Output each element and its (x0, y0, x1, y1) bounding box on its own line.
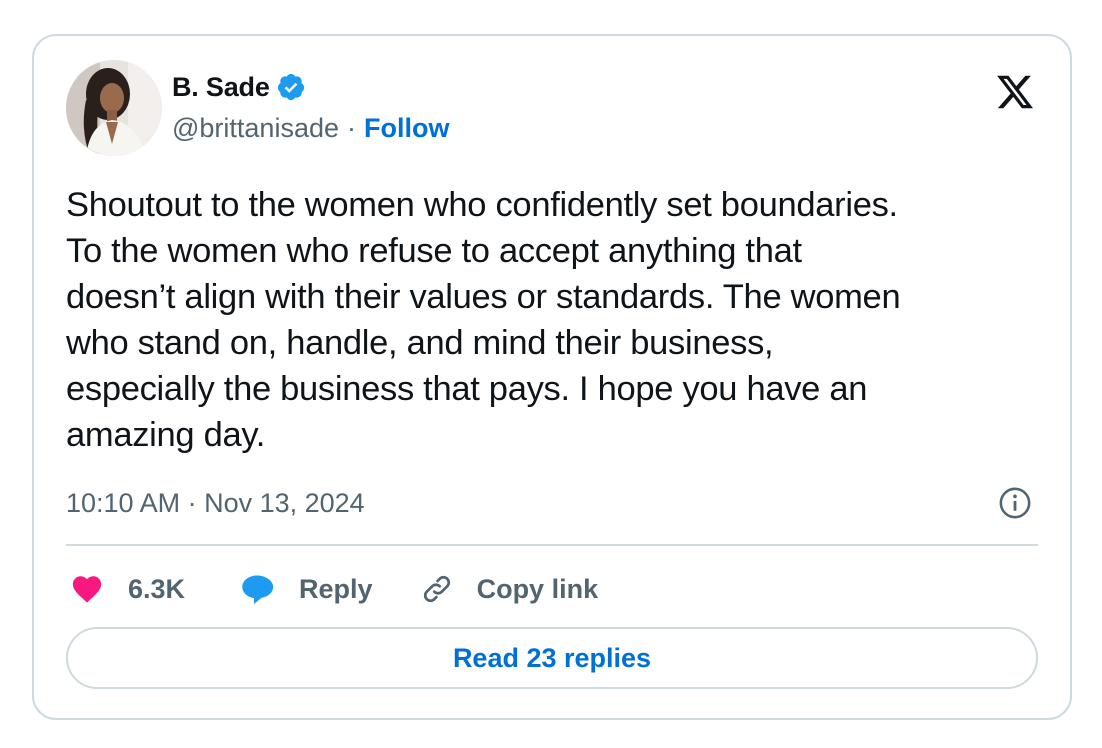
reply-button[interactable]: Reply (239, 571, 373, 607)
handle-row: @brittanisade · Follow (172, 113, 449, 144)
like-button[interactable]: 6.3K (70, 572, 185, 606)
x-logo-icon[interactable] (994, 72, 1036, 112)
follow-button[interactable]: Follow (364, 113, 449, 144)
tweet-card: B. Sade @brittanisade · Follow Shoutout … (32, 34, 1072, 720)
copy-link-button[interactable]: Copy link (419, 571, 599, 607)
info-icon[interactable] (998, 486, 1032, 520)
name-row: B. Sade (172, 70, 449, 104)
copy-link-label: Copy link (476, 573, 599, 604)
handle[interactable]: @brittanisade (172, 113, 339, 144)
verified-badge-icon (277, 73, 304, 101)
handle-separator: · (347, 113, 356, 143)
read-replies-button[interactable]: Read 23 replies (66, 627, 1038, 689)
tweet-text: Shoutout to the women who confidently se… (66, 186, 901, 454)
avatar[interactable] (66, 60, 162, 156)
link-icon (423, 575, 450, 603)
read-replies-label: Read 23 replies (452, 642, 652, 673)
display-name[interactable]: B. Sade (172, 72, 270, 103)
reply-label: Reply (299, 573, 373, 604)
action-bar: 6.3K Reply Copy link (70, 566, 598, 612)
tweet-timestamp[interactable]: 10:10 AM · Nov 13, 2024 (66, 488, 365, 519)
author-info: B. Sade @brittanisade · Follow (172, 70, 449, 144)
avatar-image (66, 60, 162, 156)
like-count: 6.3K (128, 573, 186, 604)
reply-bubble-icon (242, 575, 274, 604)
heart-icon (72, 576, 102, 603)
divider (66, 544, 1038, 546)
